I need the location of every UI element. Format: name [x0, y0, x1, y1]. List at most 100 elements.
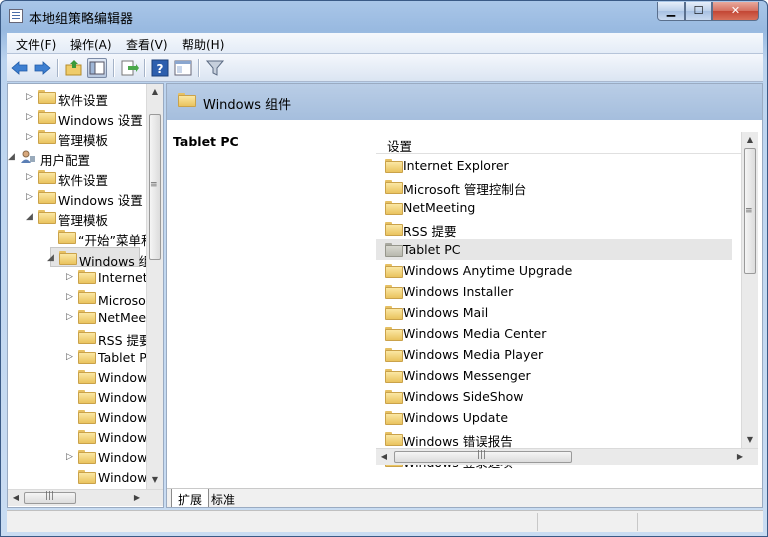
- folder-icon: [385, 159, 403, 173]
- tree-item[interactable]: ▷ 管理模板: [8, 127, 163, 148]
- tree-item[interactable]: ▷ Windows 设置: [8, 107, 163, 128]
- list-item-label: Tablet PC: [403, 242, 461, 257]
- scroll-up-arrow[interactable]: ▲: [742, 132, 758, 148]
- list-item[interactable]: Windows Installer: [376, 281, 732, 302]
- tree-item[interactable]: Windows Messenger: [8, 467, 163, 487]
- tree-item[interactable]: ▷Internet Explorer: [8, 267, 163, 287]
- list-horizontal-scrollbar[interactable]: ◀ ||| ▶: [376, 448, 758, 465]
- list-item-label: Windows Anytime Upgrade: [403, 263, 573, 278]
- tree-item[interactable]: Windows Anytime Upgrade: [8, 367, 163, 387]
- tree-item[interactable]: RSS 提要: [8, 327, 163, 348]
- close-button[interactable]: ✕: [712, 2, 759, 21]
- list-item[interactable]: Windows Media Center: [376, 323, 732, 344]
- list-item[interactable]: Windows 错误报告: [376, 428, 732, 449]
- tree-item[interactable]: ▷ 软件设置: [8, 167, 163, 188]
- tree-item[interactable]: ◢ 用户配置: [8, 147, 163, 168]
- scroll-down-arrow[interactable]: ▼: [742, 432, 758, 448]
- scroll-left-arrow[interactable]: ◀: [376, 449, 392, 465]
- tree-item[interactable]: ▷Windows Media Player: [8, 447, 163, 467]
- list-item[interactable]: Windows Media Player: [376, 344, 732, 365]
- tree-horizontal-scrollbar[interactable]: ◀ ||| ▶: [8, 489, 163, 506]
- folder-icon: [385, 180, 403, 194]
- folder-icon: [78, 330, 96, 344]
- list-item[interactable]: NetMeeting: [376, 197, 732, 218]
- list-vertical-scrollbar[interactable]: ▲ ≡ ▼: [741, 132, 758, 448]
- collapsed-arrow-icon[interactable]: ▷: [66, 272, 74, 282]
- expanded-arrow-icon[interactable]: ◢: [8, 152, 16, 162]
- scroll-right-arrow[interactable]: ▶: [129, 490, 145, 506]
- collapsed-arrow-icon[interactable]: ▷: [26, 192, 34, 202]
- folder-icon: [38, 170, 56, 184]
- list-item[interactable]: Windows Messenger: [376, 365, 732, 386]
- list-item-label: Internet Explorer: [403, 158, 509, 173]
- collapsed-arrow-icon[interactable]: ▷: [26, 112, 34, 122]
- export-list-icon[interactable]: [119, 58, 139, 78]
- column-header-setting[interactable]: 设置: [376, 132, 750, 154]
- menu-bar: 文件(F) 操作(A) 查看(V) 帮助(H): [7, 33, 763, 54]
- tree-item[interactable]: “开始”菜单和任务栏: [8, 227, 163, 248]
- collapsed-arrow-icon[interactable]: ▷: [26, 172, 34, 182]
- list-item-label: Windows Update: [403, 410, 509, 425]
- list-item[interactable]: Windows Anytime Upgrade: [376, 260, 732, 281]
- expanded-arrow-icon[interactable]: ◢: [47, 253, 55, 263]
- forward-icon[interactable]: [32, 58, 52, 78]
- menu-file[interactable]: 文件(F): [16, 36, 56, 53]
- status-bar: [7, 510, 763, 532]
- collapsed-arrow-icon[interactable]: ▷: [26, 132, 34, 142]
- menu-action[interactable]: 操作(A): [70, 36, 112, 53]
- selected-item-title: Tablet PC: [173, 134, 239, 149]
- list-item[interactable]: Microsoft 管理控制台: [376, 176, 732, 197]
- scroll-up-arrow[interactable]: ▲: [147, 84, 163, 100]
- scroll-down-arrow[interactable]: ▼: [147, 472, 163, 488]
- tab-standard[interactable]: 标准: [205, 489, 241, 507]
- tree-item[interactable]: ▷ 软件设置: [8, 87, 163, 108]
- help-icon[interactable]: ?: [150, 58, 170, 78]
- list-item[interactable]: Internet Explorer: [376, 155, 732, 176]
- maximize-button[interactable]: ☐: [685, 2, 712, 21]
- up-folder-icon[interactable]: [64, 58, 84, 78]
- title-bar[interactable]: 本地组策略编辑器 ▁ ☐ ✕: [1, 1, 768, 31]
- policy-editor-app-icon: [9, 9, 23, 23]
- view-tabs: 扩展 标准: [167, 488, 762, 507]
- tree-item[interactable]: ◢ Windows 组件: [47, 247, 163, 269]
- collapsed-arrow-icon[interactable]: ▷: [66, 352, 74, 362]
- scroll-right-arrow[interactable]: ▶: [732, 449, 748, 465]
- scroll-left-arrow[interactable]: ◀: [8, 490, 24, 506]
- collapsed-arrow-icon[interactable]: ▷: [66, 452, 74, 462]
- tree-item[interactable]: ▷ NetMeeting: [8, 307, 163, 327]
- folder-icon: [385, 285, 403, 299]
- tree-item[interactable]: Windows Installer: [8, 387, 163, 407]
- folder-icon: [385, 243, 403, 257]
- show-hide-tree-icon[interactable]: [87, 58, 107, 78]
- tree-vertical-scrollbar[interactable]: ▲ ≡ ▼: [146, 84, 163, 489]
- collapsed-arrow-icon[interactable]: ▷: [26, 92, 34, 102]
- tree-item[interactable]: Windows Media Center: [8, 427, 163, 447]
- list-item[interactable]: Windows Mail: [376, 302, 732, 323]
- properties-view-icon[interactable]: [173, 58, 193, 78]
- list-item[interactable]: Windows Update: [376, 407, 732, 428]
- folder-icon: [385, 432, 403, 446]
- window-frame: 本地组策略编辑器 ▁ ☐ ✕ 文件(F) 操作(A) 查看(V) 帮助(H) ?…: [0, 0, 768, 537]
- settings-list: 设置 Internet Explorer Microsoft 管理控制台 NetMe…: [376, 120, 762, 472]
- collapsed-arrow-icon[interactable]: ▷: [66, 292, 74, 302]
- menu-view[interactable]: 查看(V): [126, 36, 168, 53]
- expanded-arrow-icon[interactable]: ◢: [26, 212, 34, 222]
- list-item[interactable]: Tablet PC: [376, 239, 732, 260]
- tree-item[interactable]: Windows Mail: [8, 407, 163, 427]
- folder-icon: [385, 369, 403, 383]
- collapsed-arrow-icon[interactable]: ▷: [66, 312, 74, 322]
- tree-pane[interactable]: ▷ 软件设置 ▷ Windows 设置 ▷ 管理模板 ◢ 用户配置 ▷ 软件设置 ▷ Windows …: [7, 83, 164, 508]
- list-item[interactable]: RSS 提要: [376, 218, 732, 239]
- filter-icon[interactable]: [205, 58, 225, 78]
- tree-item[interactable]: ▷ Windows 设置: [8, 187, 163, 208]
- tab-extended[interactable]: 扩展: [171, 489, 210, 507]
- tree-item[interactable]: ▷ Tablet PC: [8, 347, 163, 367]
- minimize-button[interactable]: ▁: [657, 2, 685, 21]
- back-icon[interactable]: [10, 58, 30, 78]
- list-item-label: Windows Media Player: [403, 347, 544, 362]
- svg-text:?: ?: [157, 62, 164, 76]
- tree-item[interactable]: ◢ 管理模板: [8, 207, 163, 228]
- menu-help[interactable]: 帮助(H): [182, 36, 224, 53]
- tree-item[interactable]: ▷Microsoft 管理控制台: [8, 287, 163, 308]
- list-item[interactable]: Windows SideShow: [376, 386, 732, 407]
